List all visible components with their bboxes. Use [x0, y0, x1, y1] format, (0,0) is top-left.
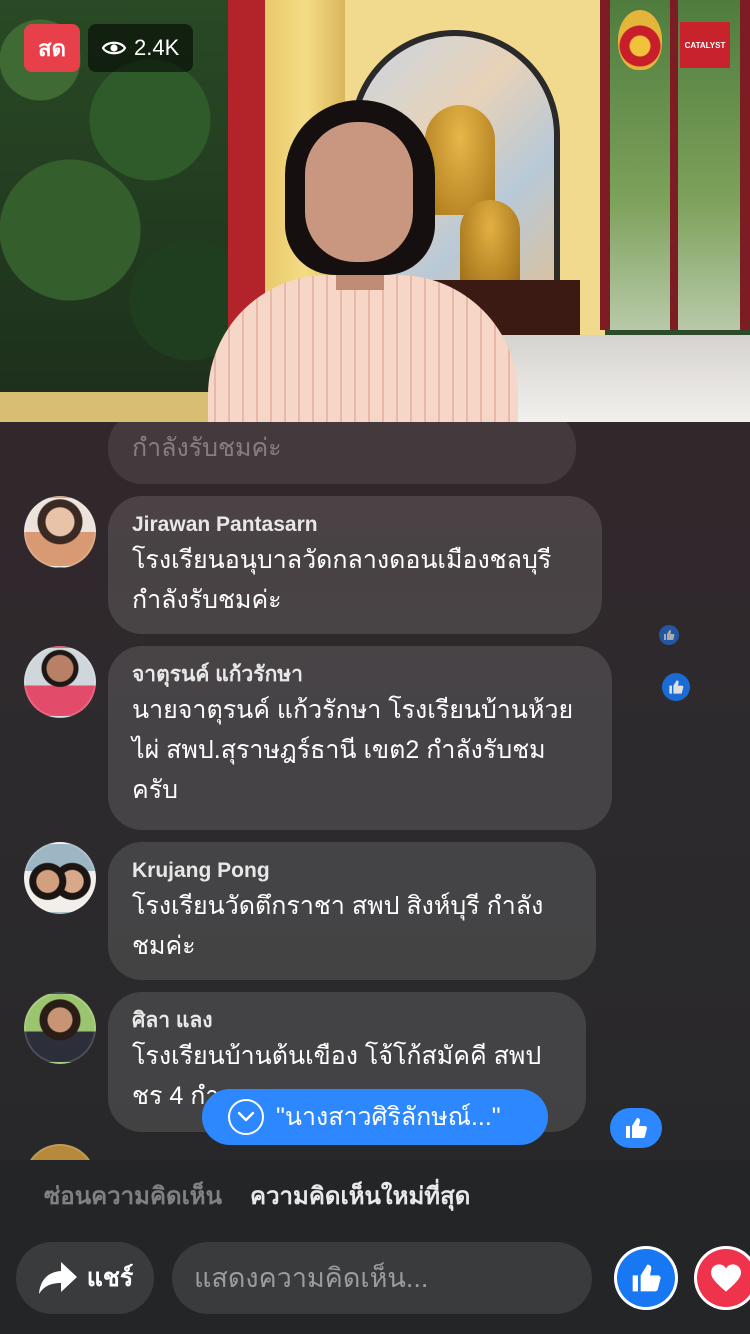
floating-like-icon	[662, 673, 690, 701]
viewer-count-badge: 2.4K	[88, 24, 194, 72]
catalyst-logo: CATALYST	[680, 22, 730, 68]
avatar[interactable]	[24, 992, 96, 1064]
video-floor-left	[0, 392, 230, 422]
newest-comments-toggle[interactable]: ความคิดเห็นใหม่ที่สุด	[250, 1176, 470, 1215]
comment-bubble: Krujang Pong โรงเรียนวัดตึกราชา สพป สิงห…	[108, 842, 596, 980]
thumbs-up-icon	[632, 1264, 661, 1292]
avatar[interactable]	[24, 842, 96, 914]
video-monk-statue	[460, 200, 520, 290]
comment-bubble: จาตุรนค์ แก้วรักษา นายจาตุรนค์ แก้วรักษา…	[108, 646, 612, 830]
comment-filter-bar: ซ่อนความคิดเห็น ความคิดเห็นใหม่ที่สุด	[0, 1160, 750, 1230]
viewer-count: 2.4K	[134, 35, 180, 60]
hide-comments-button[interactable]: ซ่อนความคิดเห็น	[44, 1176, 222, 1215]
share-label: แชร์	[86, 1264, 134, 1292]
like-reaction-button[interactable]	[614, 1246, 678, 1310]
comment-input[interactable]	[172, 1242, 592, 1314]
new-comments-button[interactable]: "นางสาวศิริลักษณ์..."	[202, 1089, 548, 1145]
comment-bubble: กำลังรับชมค่ะ	[108, 422, 576, 484]
comment-list[interactable]: กำลังรับชมค่ะ Jirawan Pantasarn โรงเรียน…	[0, 422, 750, 1162]
heart-icon	[711, 1264, 741, 1292]
new-comment-preview: "นางสาวศิริลักษณ์..."	[276, 1103, 501, 1131]
comment-author[interactable]: ศิลา แลง	[132, 1006, 562, 1036]
bottom-action-bar: แชร์	[0, 1230, 750, 1334]
love-reaction-button[interactable]	[694, 1246, 750, 1310]
comment-author[interactable]: Krujang Pong	[132, 856, 572, 886]
avatar[interactable]	[24, 496, 96, 568]
live-badge: สด	[24, 24, 80, 72]
floating-like-icon	[659, 625, 679, 645]
live-video[interactable]: สด 2.4K CATALYST	[0, 0, 750, 422]
comment-author[interactable]: จาตุรนค์ แก้วรักษา	[132, 660, 588, 690]
video-buddha-statue	[425, 105, 495, 215]
share-button[interactable]: แชร์	[16, 1242, 154, 1314]
comment-text: โรงเรียนอนุบาลวัดกลางดอนเมืองชลบุรี กำลั…	[132, 546, 552, 614]
share-arrow-icon	[38, 1262, 77, 1294]
eye-icon	[102, 41, 126, 55]
video-presenter-face	[305, 122, 413, 262]
comment-bubble: Jirawan Pantasarn โรงเรียนอนุบาลวัดกลางด…	[108, 496, 602, 634]
ministry-seal-logo	[618, 10, 662, 70]
chevron-down-icon	[228, 1099, 264, 1135]
catalyst-logo-text: CATALYST	[684, 40, 726, 50]
comment-text: นายจาตุรนค์ แก้วรักษา โรงเรียนบ้านห้วยไผ…	[132, 696, 574, 804]
avatar[interactable]	[24, 646, 96, 718]
comment-author[interactable]: Jirawan Pantasarn	[132, 510, 578, 540]
live-label: สด	[38, 35, 66, 61]
comment-text: โรงเรียนวัดตึกราชา สพป สิงห์บุรี กำลังชม…	[132, 892, 544, 960]
comment-text: กำลังรับชมค่ะ	[132, 434, 282, 462]
floating-like-icon	[610, 1108, 662, 1148]
